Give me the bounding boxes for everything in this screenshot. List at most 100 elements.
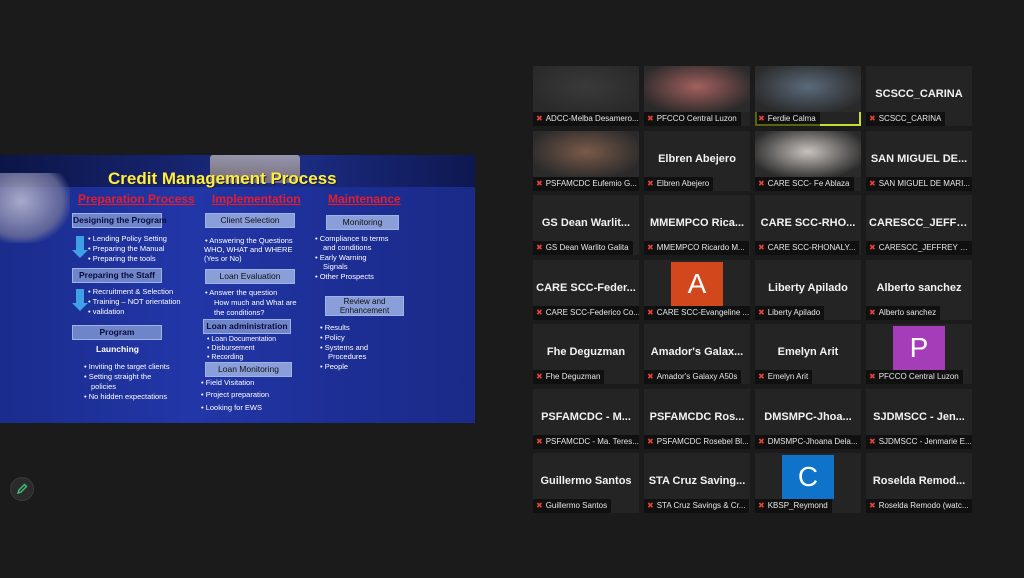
participant-name-label: ✖ GS Dean Warlito Galita xyxy=(533,241,633,255)
bullet: • Field Visitation xyxy=(201,378,255,387)
box-designing-program: Designing the Program xyxy=(72,213,167,228)
impl-text: the conditions? xyxy=(214,308,265,317)
participant-avatar: A xyxy=(671,262,723,306)
participant-name: Elbren Abejero xyxy=(656,179,710,188)
participant-display-name: Roselda Remod... xyxy=(872,475,966,487)
bullet: • Training – NOT orientation xyxy=(88,297,181,306)
mic-muted-icon: ✖ xyxy=(758,243,765,252)
participant-tile[interactable]: Fhe Deguzman ✖ Fhe Deguzman xyxy=(533,324,639,384)
bullet-cont: Signals xyxy=(323,262,348,271)
participant-tile[interactable]: CARE SCC-RHO... ✖ CARE SCC-RHONALY... xyxy=(755,195,861,255)
participant-tile[interactable]: ✖ ADCC-Melba Desamero... xyxy=(533,66,639,126)
participant-tile[interactable]: DMSMPC-Jhoa... ✖ DMSMPC-Jhoana Dela... xyxy=(755,389,861,449)
participant-tile[interactable]: Amador's Galax... ✖ Amador's Galaxy A50s xyxy=(644,324,750,384)
launching-label: Launching xyxy=(96,344,139,354)
participant-name-label: ✖ STA Cruz Savings & Cr... xyxy=(644,499,750,513)
bullet: • Setting straight the xyxy=(84,372,152,381)
participant-tile[interactable]: Alberto sanchez ✖ Alberto sanchez xyxy=(866,260,972,320)
participant-tile[interactable]: SCSCC_CARINA ✖ SCSCC_CARINA xyxy=(866,66,972,126)
mic-muted-icon: ✖ xyxy=(758,501,765,510)
box-monitoring: Monitoring xyxy=(326,215,399,230)
mic-muted-icon: ✖ xyxy=(869,437,876,446)
bullet-cont: and conditions xyxy=(323,243,372,252)
pen-icon xyxy=(16,483,28,495)
participant-name-label: ✖ PSFAMCDC Eufemio G... xyxy=(533,177,639,191)
participant-name-label: ✖ SCSCC_CARINA xyxy=(866,112,946,126)
box-loan-administration: Loan administration xyxy=(203,319,291,334)
mic-muted-icon: ✖ xyxy=(536,372,543,381)
participant-name-label: ✖ CARE SCC-Federico Co... xyxy=(533,306,639,320)
participant-tile[interactable]: ✖ CARE SCC- Fe Ablaza xyxy=(755,131,861,191)
participant-tile[interactable]: Roselda Remod... ✖ Roselda Remodo (watc... xyxy=(866,453,972,513)
column-maintenance: Maintenance xyxy=(328,192,401,206)
participant-name-label: ✖ CARE SCC-RHONALY... xyxy=(755,241,860,255)
mic-muted-icon: ✖ xyxy=(536,179,543,188)
participant-name-label: ✖ KBSP_Reymond xyxy=(755,499,832,513)
participant-tile[interactable]: Elbren Abejero ✖ Elbren Abejero xyxy=(644,131,750,191)
mic-muted-icon: ✖ xyxy=(758,179,765,188)
bullet: • Preparing the tools xyxy=(88,254,156,263)
participant-tile[interactable]: CARESCC_JEFFR... ✖ CARESCC_JEFFREY SA... xyxy=(866,195,972,255)
participant-display-name: PSFAMCDC - M... xyxy=(541,411,631,423)
participant-tile[interactable]: A ✖ CARE SCC-Evangeline ... xyxy=(644,260,750,320)
participant-tile[interactable]: Liberty Apilado ✖ Liberty Apilado xyxy=(755,260,861,320)
bullet: • Results xyxy=(320,323,350,332)
participant-display-name: Elbren Abejero xyxy=(658,153,736,165)
participant-tile[interactable]: CARE SCC-Feder... ✖ CARE SCC-Federico Co..… xyxy=(533,260,639,320)
participant-tile[interactable]: ✖ Ferdie Calma xyxy=(755,66,861,126)
box-client-selection: Client Selection xyxy=(205,213,295,228)
participant-name: PFCCO Central Luzon xyxy=(878,372,959,381)
participant-name-label: ✖ Liberty Apilado xyxy=(755,306,825,320)
participant-video xyxy=(644,66,750,112)
participant-tile[interactable]: ✖ PFCCO Central Luzon xyxy=(644,66,750,126)
participant-tile[interactable]: PSFAMCDC - M... ✖ PSFAMCDC - Ma. Teres... xyxy=(533,389,639,449)
slide-title: Credit Management Process xyxy=(108,169,337,188)
mic-muted-icon: ✖ xyxy=(869,501,876,510)
mic-muted-icon: ✖ xyxy=(647,179,654,188)
participant-video xyxy=(755,131,861,177)
participant-display-name: Liberty Apilado xyxy=(768,282,848,294)
participant-tile[interactable]: SAN MIGUEL DE... ✖ SAN MIGUEL DE MARI... xyxy=(866,131,972,191)
mic-muted-icon: ✖ xyxy=(869,308,876,317)
participant-display-name: Alberto sanchez xyxy=(876,282,962,294)
participant-tile[interactable]: Guillermo Santos ✖ Guillermo Santos xyxy=(533,453,639,513)
participant-name-label: ✖ CARE SCC- Fe Ablaza xyxy=(755,177,854,191)
participant-tile[interactable]: Emelyn Arit ✖ Emelyn Arit xyxy=(755,324,861,384)
mic-muted-icon: ✖ xyxy=(536,501,543,510)
participant-tile[interactable]: SJDMSCC - Jen... ✖ SJDMSCC - Jenmarie E... xyxy=(866,389,972,449)
participant-name: SAN MIGUEL DE MARI... xyxy=(878,179,970,188)
box-review-enhancement: Review and Enhancement xyxy=(325,296,404,316)
participant-name: SCSCC_CARINA xyxy=(878,114,942,123)
bullet: • Preparing the Manual xyxy=(88,244,165,253)
slide-image-hands xyxy=(0,173,70,243)
box-preparing-staff: Preparing the Staff xyxy=(72,268,162,283)
box-program: Program xyxy=(72,325,162,340)
participant-name: DMSMPC-Jhoana Dela... xyxy=(767,437,858,446)
mic-muted-icon: ✖ xyxy=(647,437,654,446)
participant-tile[interactable]: MMEMPCO Rica... ✖ MMEMPCO Ricardo M... xyxy=(644,195,750,255)
mic-muted-icon: ✖ xyxy=(869,372,876,381)
participant-tile[interactable]: C ✖ KBSP_Reymond xyxy=(755,453,861,513)
mic-muted-icon: ✖ xyxy=(647,372,654,381)
participant-display-name: SAN MIGUEL DE... xyxy=(870,153,968,165)
participant-tile[interactable]: GS Dean Warlit... ✖ GS Dean Warlito Galita xyxy=(533,195,639,255)
mic-muted-icon: ✖ xyxy=(536,437,543,446)
participant-display-name: Fhe Deguzman xyxy=(546,346,626,358)
participant-display-name: Guillermo Santos xyxy=(540,475,632,487)
participant-name: Fhe Deguzman xyxy=(545,372,601,381)
bullet-cont: Procedures xyxy=(328,352,367,361)
participant-name: MMEMPCO Ricardo M... xyxy=(656,243,745,252)
participant-tile[interactable]: P ✖ PFCCO Central Luzon xyxy=(866,324,972,384)
participant-tile[interactable]: STA Cruz Saving... ✖ STA Cruz Savings & Cr… xyxy=(644,453,750,513)
participant-avatar: P xyxy=(893,326,945,370)
participant-name: PSFAMCDC Eufemio G... xyxy=(545,179,637,188)
annotate-button[interactable] xyxy=(10,477,34,501)
participant-video xyxy=(755,66,861,112)
mic-muted-icon: ✖ xyxy=(536,114,543,123)
mic-muted-icon: ✖ xyxy=(869,179,876,188)
participant-tile[interactable]: ✖ PSFAMCDC Eufemio G... xyxy=(533,131,639,191)
participant-tile[interactable]: PSFAMCDC Ros... ✖ PSFAMCDC Rosebel Bl... xyxy=(644,389,750,449)
participant-name: Liberty Apilado xyxy=(767,308,821,317)
participant-display-name: Amador's Galax... xyxy=(650,346,744,358)
participant-name: Emelyn Arit xyxy=(767,372,809,381)
